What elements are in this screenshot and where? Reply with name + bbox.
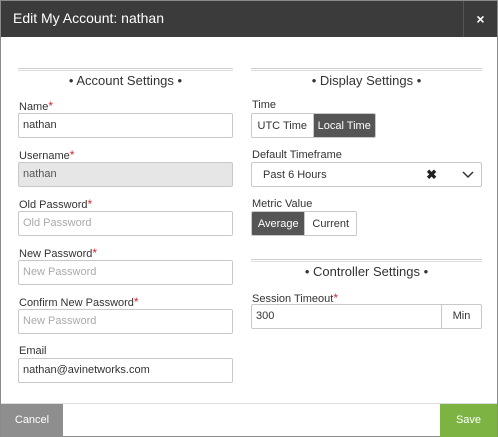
dialog-footer: Cancel Save — [1, 403, 497, 437]
close-icon[interactable]: × — [463, 1, 497, 37]
email-input[interactable]: nathan@avinetworks.com — [18, 358, 233, 383]
new-password-label: New Password* — [19, 246, 98, 260]
local-time-option[interactable]: Local Time — [312, 114, 375, 137]
chevron-down-icon[interactable] — [461, 169, 475, 181]
default-timeframe-select[interactable]: Past 6 Hours ✖ — [251, 162, 482, 187]
controller-settings-title: • Controller Settings • — [304, 264, 429, 279]
average-option[interactable]: Average — [252, 212, 305, 235]
username-label: Username* — [19, 148, 75, 162]
confirm-password-label: Confirm New Password* — [19, 295, 139, 309]
session-timeout-input[interactable]: 300 — [251, 304, 442, 329]
username-input: nathan — [18, 162, 233, 187]
required-marker: * — [92, 246, 98, 260]
confirm-password-input[interactable]: New Password — [18, 309, 233, 334]
cancel-button[interactable]: Cancel — [1, 404, 63, 437]
session-timeout-unit: Min — [441, 304, 482, 329]
session-timeout-label: Session Timeout* — [252, 291, 338, 305]
old-password-label: Old Password* — [19, 197, 93, 211]
name-label: Name* — [19, 99, 54, 113]
old-password-input[interactable]: Old Password — [18, 211, 233, 236]
name-input[interactable]: nathan — [18, 113, 233, 138]
display-settings-heading: • Display Settings • — [251, 68, 482, 88]
edit-account-dialog: Edit My Account: nathan × • Account Sett… — [0, 0, 498, 437]
account-settings-heading: • Account Settings • — [18, 68, 233, 88]
account-settings-title: • Account Settings • — [68, 73, 183, 88]
time-toggle: UTC Time Local Time — [251, 113, 376, 138]
time-label: Time — [252, 99, 277, 111]
dialog-header: Edit My Account: nathan × — [1, 1, 497, 37]
metric-value-toggle: Average Current — [251, 211, 357, 236]
display-settings-title: • Display Settings • — [311, 73, 422, 88]
current-option[interactable]: Current — [304, 212, 356, 235]
controller-settings-heading: • Controller Settings • — [251, 259, 482, 279]
new-password-input[interactable]: New Password — [18, 260, 233, 285]
required-marker: * — [48, 99, 54, 113]
metric-value-label: Metric Value — [252, 198, 313, 210]
required-marker: * — [333, 291, 338, 305]
default-timeframe-label: Default Timeframe — [252, 149, 342, 161]
timeframe-value: Past 6 Hours — [263, 169, 327, 181]
dialog-title: Edit My Account: nathan — [13, 10, 164, 26]
utc-time-option[interactable]: UTC Time — [252, 114, 313, 137]
required-marker: * — [133, 295, 139, 309]
save-button[interactable]: Save — [440, 404, 497, 437]
email-label: Email — [19, 345, 47, 357]
required-marker: * — [69, 148, 75, 162]
clear-icon[interactable]: ✖ — [426, 167, 437, 183]
required-marker: * — [87, 197, 93, 211]
